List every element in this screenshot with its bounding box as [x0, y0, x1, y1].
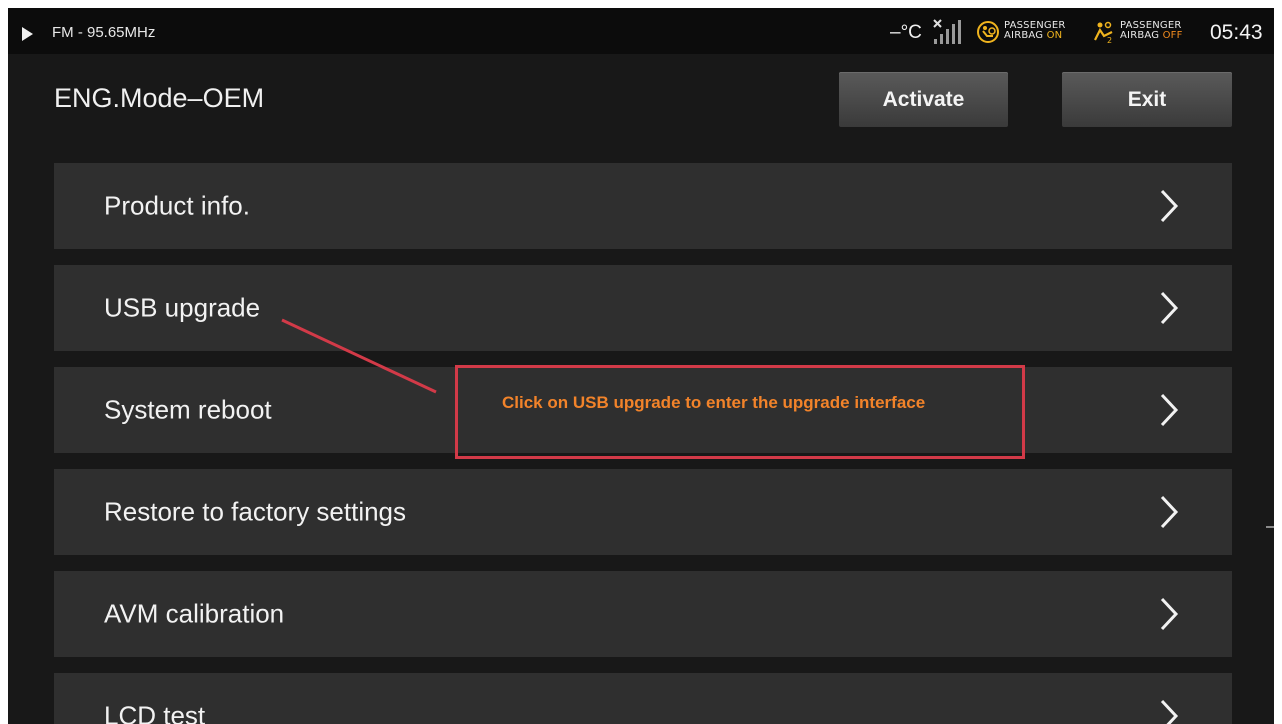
airbag-line2-label: AIRBAG: [1120, 30, 1160, 41]
passenger-airbag-on-status: PASSENGER AIRBAG ON: [1004, 21, 1066, 41]
menu-item-label: Restore to factory settings: [104, 496, 407, 527]
chevron-right-icon: [1160, 699, 1179, 724]
no-signal-icon: [933, 19, 961, 44]
menu-item-avm-calibration[interactable]: AVM calibration: [54, 571, 1232, 657]
chevron-right-icon: [1160, 291, 1179, 325]
menu-item-label: LCD test: [104, 700, 206, 724]
menu-item-label: AVM calibration: [104, 598, 285, 629]
play-icon[interactable]: [22, 27, 33, 41]
status-bar: FM - 95.65MHz –°C PASSENGER AIRBAG ON 2: [8, 8, 1274, 54]
passenger-airbag-off-status: PASSENGER AIRBAG OFF: [1120, 21, 1183, 41]
temperature-readout: –°C: [890, 22, 922, 43]
airbag-state: ON: [1046, 30, 1063, 41]
activate-button[interactable]: Activate: [839, 72, 1008, 127]
page-title: ENG.Mode–OEM: [54, 83, 265, 113]
menu-item-usb-upgrade[interactable]: USB upgrade: [54, 265, 1232, 351]
menu-item-label: Product info.: [104, 190, 250, 221]
chevron-right-icon: [1160, 393, 1179, 427]
radio-station[interactable]: FM - 95.65MHz: [52, 24, 155, 41]
airbag-state: OFF: [1162, 30, 1183, 41]
svg-text:2: 2: [1107, 36, 1112, 44]
chevron-right-icon: [1160, 597, 1179, 631]
screen: FM - 95.65MHz –°C PASSENGER AIRBAG ON 2: [8, 8, 1274, 724]
menu-item-label: System reboot: [104, 394, 272, 425]
exit-button[interactable]: Exit: [1062, 72, 1232, 127]
clock: 05:43: [1210, 21, 1263, 44]
chevron-right-icon: [1160, 495, 1179, 529]
scroll-indicator: [1266, 526, 1274, 528]
airbag-off-icon: 2: [1094, 21, 1113, 44]
annotation-box: Click on USB upgrade to enter the upgrad…: [455, 365, 1025, 459]
menu-item-product-info[interactable]: Product info.: [54, 163, 1232, 249]
menu-item-lcd-test[interactable]: LCD test: [54, 673, 1232, 724]
airbag-on-icon: [977, 21, 999, 43]
annotation-text: Click on USB upgrade to enter the upgrad…: [502, 393, 926, 412]
airbag-line2-label: AIRBAG: [1004, 30, 1044, 41]
menu-item-label: USB upgrade: [104, 292, 261, 323]
chevron-right-icon: [1160, 189, 1179, 223]
menu-item-restore-factory-settings[interactable]: Restore to factory settings: [54, 469, 1232, 555]
